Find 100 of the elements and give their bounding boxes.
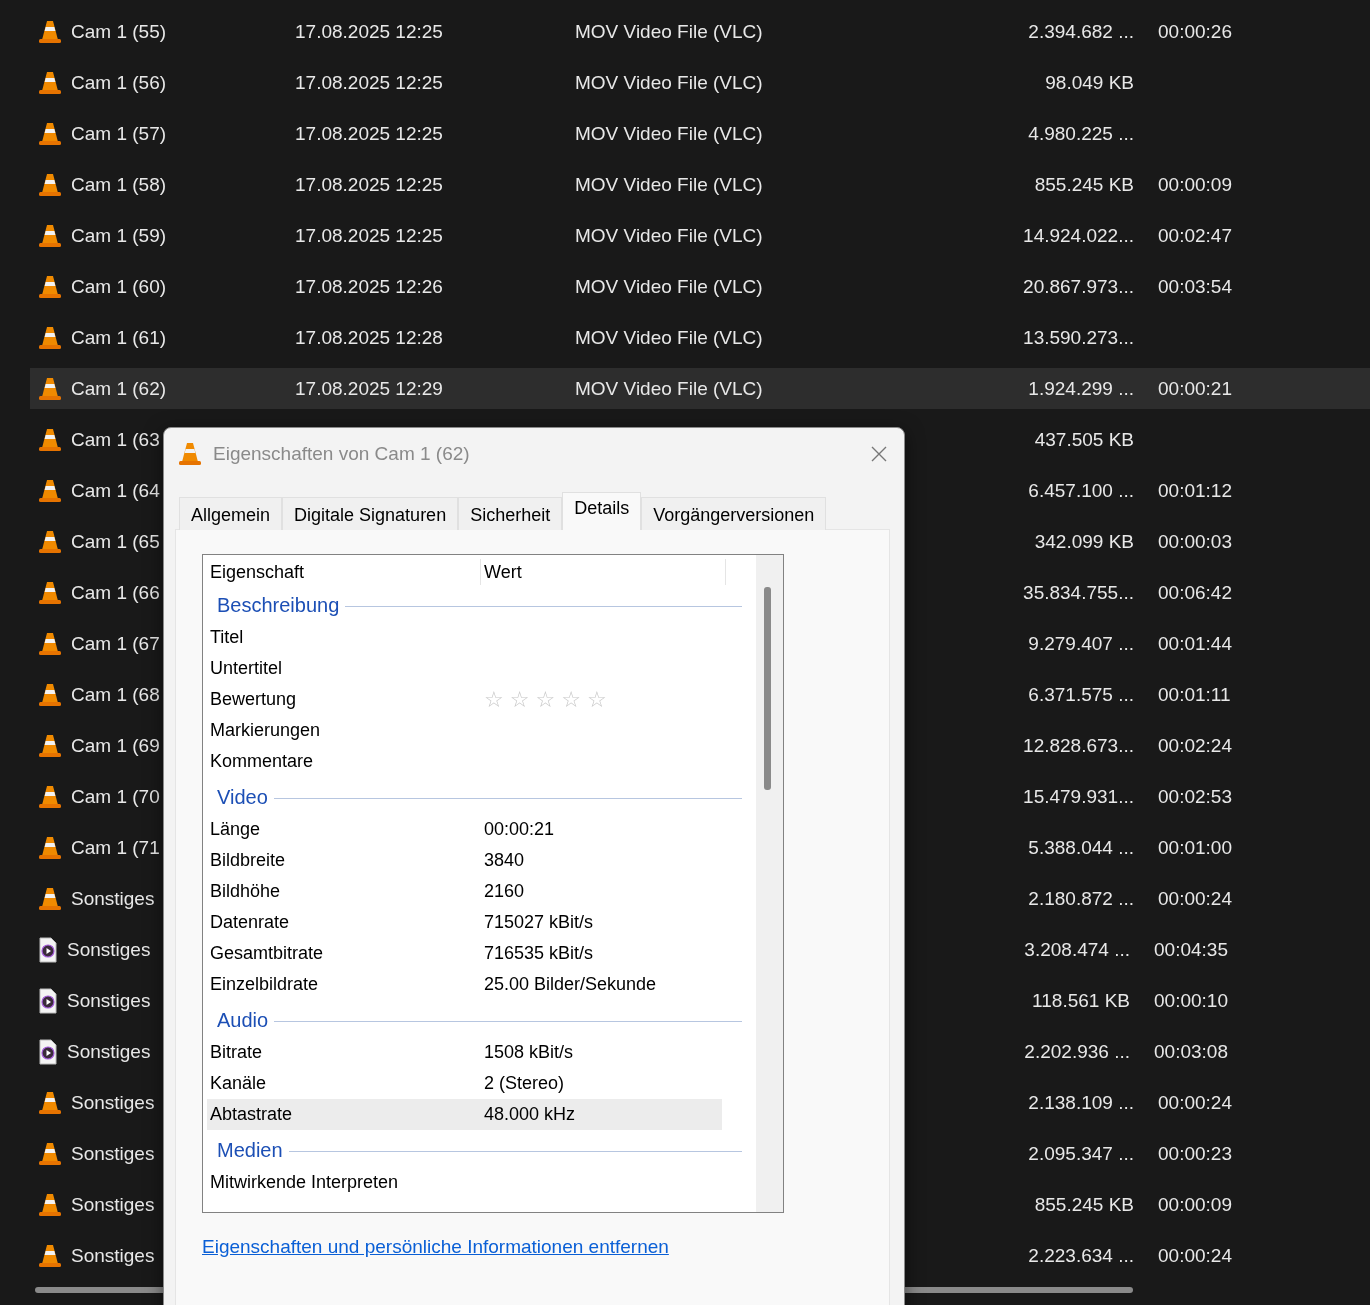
file-name[interactable]: Cam 1 (62) bbox=[71, 377, 295, 400]
file-name[interactable]: Cam 1 (60) bbox=[71, 275, 295, 298]
property-name: Mitwirkende Interpreten bbox=[209, 1172, 400, 1193]
file-length: 00:00:24 bbox=[1158, 1244, 1232, 1267]
tab[interactable]: Sicherheit bbox=[458, 497, 563, 530]
property-name: Bitrate bbox=[209, 1042, 264, 1063]
file-date: 17.08.2025 12:25 bbox=[295, 224, 444, 247]
selected-file-row[interactable]: Cam 1 (62) 17.08.2025 12:29 MOV Video File (VLC) 1.924.299 ... 00:00:21 bbox=[30, 368, 1370, 409]
file-size: 13.590.273... bbox=[1023, 326, 1134, 349]
traffic-cone-icon bbox=[37, 732, 63, 759]
file-size: 2.138.109 ... bbox=[1028, 1091, 1134, 1114]
file-size: 1.924.299 ... bbox=[1028, 377, 1134, 400]
traffic-cone-icon bbox=[37, 630, 63, 657]
file-date: 17.08.2025 12:29 bbox=[295, 377, 444, 400]
traffic-cone-icon bbox=[37, 375, 63, 402]
file-size: 855.245 KB bbox=[1034, 173, 1134, 196]
property-name: Datenrate bbox=[209, 912, 291, 933]
column-header[interactable]: Wert bbox=[481, 559, 726, 585]
file-size: 437.505 KB bbox=[1034, 428, 1134, 451]
file-length: 00:02:53 bbox=[1158, 785, 1232, 808]
property-name: Kanäle bbox=[209, 1073, 268, 1094]
file-date: 17.08.2025 12:28 bbox=[295, 326, 444, 349]
file-size: 12.828.673... bbox=[1023, 734, 1134, 757]
file-length: 00:00:23 bbox=[1158, 1142, 1232, 1165]
section-title: Audio bbox=[217, 1009, 269, 1032]
file-name[interactable]: Cam 1 (59) bbox=[71, 224, 295, 247]
traffic-cone-icon bbox=[37, 885, 63, 912]
file-length: 00:00:09 bbox=[1158, 1193, 1232, 1216]
file-name[interactable]: Cam 1 (61) bbox=[71, 326, 295, 349]
file-length: 00:06:42 bbox=[1158, 581, 1232, 604]
file-name[interactable]: Cam 1 (55) bbox=[71, 20, 295, 43]
property-name: Bewertung bbox=[209, 689, 298, 710]
property-name: Gesamtbitrate bbox=[209, 943, 325, 964]
traffic-cone-icon bbox=[37, 1191, 63, 1218]
tab[interactable]: Digitale Signaturen bbox=[282, 497, 459, 530]
traffic-cone-icon bbox=[37, 681, 63, 708]
remove-properties-link[interactable]: Eigenschaften und persönliche Informationen entfernen bbox=[202, 1236, 669, 1258]
traffic-cone-icon bbox=[37, 222, 63, 249]
section-title: Beschreibung bbox=[217, 594, 340, 617]
tab[interactable]: Details bbox=[562, 492, 642, 530]
file-size: 98.049 KB bbox=[1045, 71, 1134, 94]
file-length: 00:00:09 bbox=[1158, 173, 1232, 196]
property-value: 00:00:21 bbox=[484, 819, 555, 840]
file-size: 2.202.936 ... bbox=[1024, 1040, 1130, 1063]
property-value: 2160 bbox=[484, 881, 525, 902]
file-size: 342.099 KB bbox=[1034, 530, 1134, 553]
file-size: 2.180.872 ... bbox=[1028, 887, 1134, 910]
property-name: Titel bbox=[209, 627, 245, 648]
file-name[interactable]: Cam 1 (57) bbox=[71, 122, 295, 145]
file-length: 00:01:11 bbox=[1158, 683, 1231, 706]
file-length: 00:03:54 bbox=[1158, 275, 1232, 298]
file-length: 00:00:03 bbox=[1158, 530, 1232, 553]
property-name: Markierungen bbox=[209, 720, 322, 741]
file-size: 118.561 KB bbox=[1032, 989, 1130, 1012]
property-value: 48.000 kHz bbox=[484, 1104, 576, 1125]
property-name: Einzelbildrate bbox=[209, 974, 320, 995]
file-length: 00:01:00 bbox=[1158, 836, 1232, 859]
file-type: MOV Video File (VLC) bbox=[575, 326, 764, 349]
file-size: 4.980.225 ... bbox=[1028, 122, 1134, 145]
file-length: 00:01:12 bbox=[1158, 479, 1232, 502]
file-type: MOV Video File (VLC) bbox=[575, 275, 764, 298]
file-date: 17.08.2025 12:25 bbox=[295, 122, 444, 145]
file-size: 14.924.022... bbox=[1023, 224, 1134, 247]
file-type: MOV Video File (VLC) bbox=[575, 20, 764, 43]
property-value: 1508 kBit/s bbox=[484, 1042, 574, 1063]
property-name: Bildbreite bbox=[209, 850, 287, 871]
file-type: MOV Video File (VLC) bbox=[575, 377, 764, 400]
traffic-cone-icon bbox=[37, 273, 63, 300]
file-length: 00:00:24 bbox=[1158, 1091, 1232, 1114]
traffic-cone-icon bbox=[37, 324, 63, 351]
file-name[interactable]: Cam 1 (56) bbox=[71, 71, 295, 94]
file-size: 2.095.347 ... bbox=[1028, 1142, 1134, 1165]
media-file-icon bbox=[37, 987, 59, 1014]
traffic-cone-icon bbox=[37, 1089, 63, 1116]
property-value: 2 (Stereo) bbox=[484, 1073, 565, 1094]
tab[interactable]: Vorgängerversionen bbox=[641, 497, 827, 530]
file-date: 17.08.2025 12:25 bbox=[295, 71, 444, 94]
selected-property-row[interactable]: Abtastrate 48.000 kHz bbox=[207, 1099, 722, 1130]
file-size: 35.834.755... bbox=[1023, 581, 1134, 604]
file-size: 9.279.407 ... bbox=[1028, 632, 1134, 655]
file-length: 00:00:10 bbox=[1154, 989, 1228, 1012]
file-date: 17.08.2025 12:25 bbox=[295, 20, 444, 43]
tab[interactable]: Allgemein bbox=[179, 497, 283, 530]
scrollbar[interactable] bbox=[756, 555, 783, 1212]
file-size: 3.208.474 ... bbox=[1024, 938, 1130, 961]
file-length: 00:00:26 bbox=[1158, 20, 1232, 43]
column-header[interactable]: Eigenschaft bbox=[207, 559, 481, 585]
section-title: Video bbox=[217, 786, 268, 809]
file-name[interactable]: Cam 1 (58) bbox=[71, 173, 295, 196]
file-size: 855.245 KB bbox=[1034, 1193, 1134, 1216]
file-length: 00:02:47 bbox=[1158, 224, 1232, 247]
file-length: 00:00:24 bbox=[1158, 887, 1232, 910]
traffic-cone-icon bbox=[37, 171, 63, 198]
traffic-cone-icon bbox=[37, 1140, 63, 1167]
traffic-cone-icon bbox=[37, 69, 63, 96]
traffic-cone-icon bbox=[177, 441, 203, 467]
file-type: MOV Video File (VLC) bbox=[575, 71, 764, 94]
traffic-cone-icon bbox=[37, 426, 63, 453]
file-size: 2.394.682 ... bbox=[1028, 20, 1134, 43]
media-file-icon bbox=[37, 936, 59, 963]
